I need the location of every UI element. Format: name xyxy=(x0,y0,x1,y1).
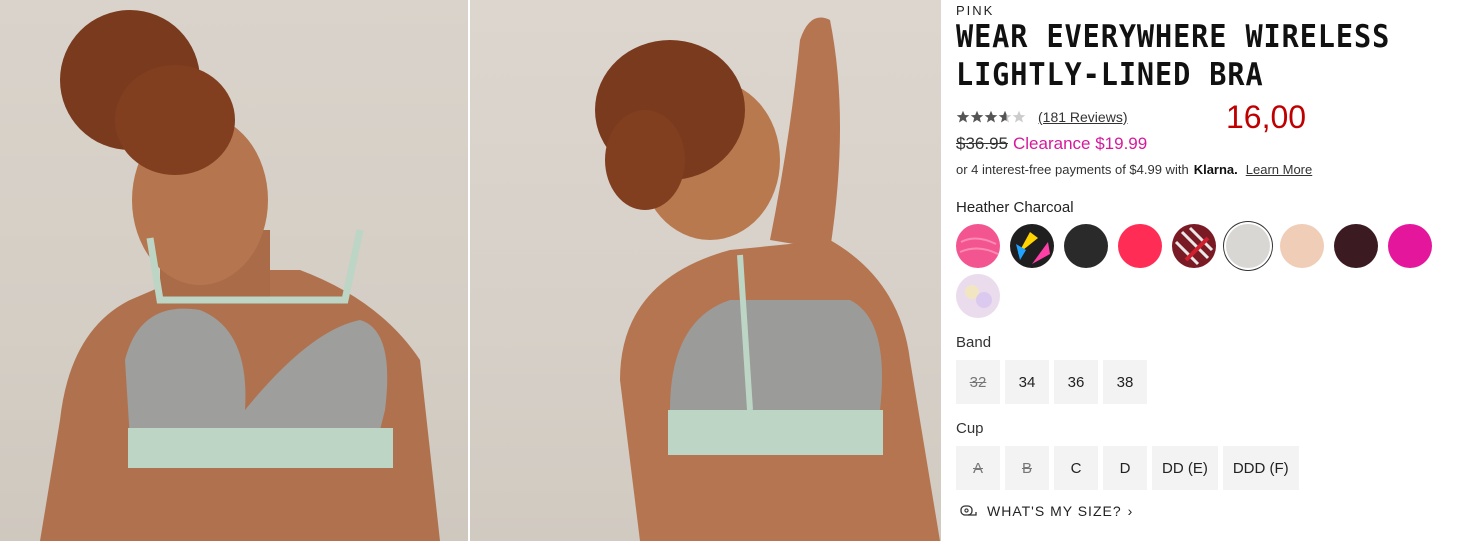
reviews-link[interactable]: (181 Reviews) xyxy=(1038,109,1127,125)
product-title-line2: LIGHTLY-LINED BRA xyxy=(956,57,1264,93)
cup-size-a[interactable]: A xyxy=(956,446,1000,490)
product-image-front[interactable] xyxy=(0,0,468,541)
cup-size-c[interactable]: C xyxy=(1054,446,1098,490)
measuring-tape-icon xyxy=(960,505,977,516)
sale-price: Clearance $19.99 xyxy=(1013,134,1148,153)
whats-my-size-label: WHAT'S MY SIZE? xyxy=(987,503,1122,519)
swatch-multicolor-print[interactable] xyxy=(1010,224,1054,268)
band-size-38[interactable]: 38 xyxy=(1103,360,1147,404)
product-image-back[interactable] xyxy=(470,0,941,541)
band-label: Band xyxy=(956,334,992,351)
cup-size-dd-e[interactable]: DD (E) xyxy=(1152,446,1218,490)
product-title-line1: WEAR EVERYWHERE WIRELESS xyxy=(956,19,1391,55)
overlay-price: 16,00 xyxy=(1226,99,1307,135)
learn-more-link[interactable]: Learn More xyxy=(1246,162,1312,177)
swatch-pink[interactable] xyxy=(956,224,1000,268)
swatch-plaid[interactable] xyxy=(1172,224,1216,268)
star-icon xyxy=(970,110,984,123)
swatch-burgundy[interactable] xyxy=(1334,224,1378,268)
swatch-magenta[interactable] xyxy=(1388,224,1432,268)
band-size-32[interactable]: 32 xyxy=(956,360,1000,404)
plaid-pattern-icon xyxy=(1172,224,1216,268)
product-details-panel: PINK WEAR EVERYWHERE WIRELESS LIGHTLY-LI… xyxy=(956,0,1456,541)
star-icon xyxy=(984,110,998,123)
swatch-black[interactable] xyxy=(1064,224,1108,268)
cup-size-ddd-f[interactable]: DDD (F) xyxy=(1222,446,1299,490)
brand-label: PINK xyxy=(956,3,995,18)
price-row: $36.95 Clearance $19.99 xyxy=(956,134,1147,154)
multicolor-print-icon xyxy=(1010,224,1054,268)
pink-texture-icon xyxy=(956,224,1000,268)
band-size-options: 32 34 36 38 xyxy=(956,360,1147,404)
star-icon xyxy=(956,110,970,123)
model-back-illustration xyxy=(595,17,940,541)
band-size-36[interactable]: 36 xyxy=(1054,360,1098,404)
iridescent-texture-icon xyxy=(956,274,1000,318)
cup-size-d[interactable]: D xyxy=(1103,446,1147,490)
swatch-coral-red[interactable] xyxy=(1118,224,1162,268)
cup-size-options: A B C D DD (E) DDD (F) xyxy=(956,446,1299,490)
swatch-nude[interactable] xyxy=(1280,224,1324,268)
cup-size-b[interactable]: B xyxy=(1005,446,1049,490)
cup-label: Cup xyxy=(956,420,984,437)
klarna-row: or 4 interest-free payments of $4.99 wit… xyxy=(956,162,1312,177)
model-front-illustration xyxy=(40,10,440,541)
swatch-pastel-iridescent[interactable] xyxy=(956,274,1000,318)
rating-row: (181 Reviews) xyxy=(956,109,1127,125)
product-title: WEAR EVERYWHERE WIRELESS LIGHTLY-LINED B… xyxy=(956,18,1398,94)
whats-my-size-link[interactable]: WHAT'S MY SIZE? › xyxy=(960,503,1133,519)
chevron-right-icon: › xyxy=(1127,503,1134,519)
selected-color-name: Heather Charcoal xyxy=(956,199,1074,216)
star-half-icon xyxy=(998,110,1012,123)
star-empty-icon xyxy=(1012,110,1026,123)
klarna-text: or 4 interest-free payments of $4.99 wit… xyxy=(956,162,1189,177)
swatch-heather-gray[interactable] xyxy=(1226,224,1270,268)
original-price: $36.95 xyxy=(956,134,1008,153)
klarna-logo: Klarna. xyxy=(1193,162,1238,177)
band-size-34[interactable]: 34 xyxy=(1005,360,1049,404)
